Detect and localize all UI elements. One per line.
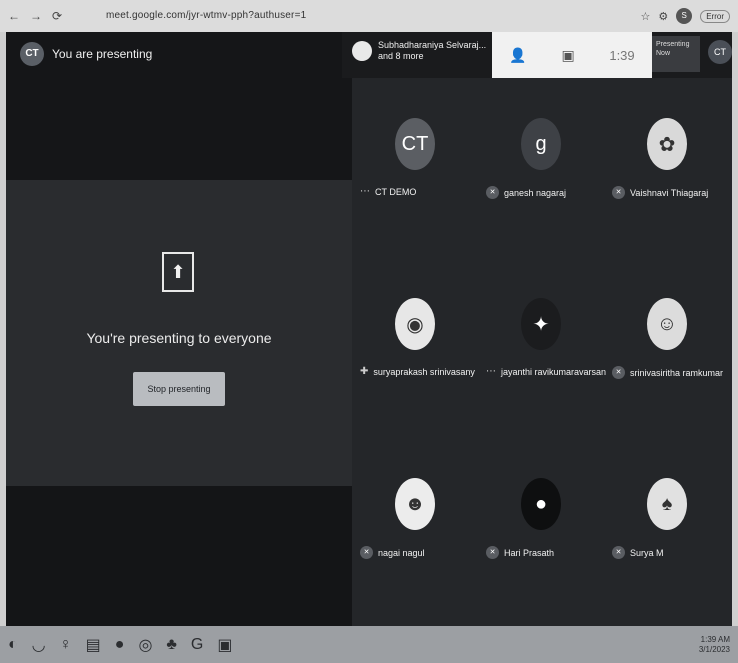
participant-name-row: ✕ Surya M — [612, 546, 664, 559]
audio-level-icon: ⋯ — [360, 186, 370, 197]
participant-avatar: CT — [395, 118, 435, 170]
present-now-thumbnail[interactable]: Presenting Now — [652, 36, 700, 72]
mic-off-icon: ✕ — [612, 546, 625, 559]
participant-avatar: ✦ — [521, 298, 561, 350]
error-pill[interactable]: Error — [700, 9, 730, 23]
present-screen-icon: ⬆ — [162, 252, 194, 292]
mic-off-icon: ✕ — [486, 186, 499, 199]
participant-tile[interactable]: ✿ ✕ Vaishnavi Thiagaraj — [604, 78, 730, 258]
presenter-avatar: CT — [20, 42, 44, 66]
pin-icon: ✚ — [360, 366, 369, 377]
participant-name-row: ✕ Vaishnavi Thiagaraj — [612, 186, 708, 199]
participant-tile[interactable]: ✦ ⋯ jayanthi ravikumaravarsan — [478, 258, 606, 438]
back-icon[interactable]: ← — [8, 9, 20, 23]
taskbar-app-icon[interactable]: G — [191, 636, 203, 654]
participant-name: nagai nagul — [378, 547, 425, 558]
taskbar-app-icon[interactable]: ◎ — [138, 635, 152, 655]
taskbar-app-icon[interactable]: ♀ — [60, 636, 72, 654]
participant-name-row: ✚ suryaprakash srinivasany — [360, 366, 475, 377]
participant-tile[interactable]: ☻ ✕ nagai nagul — [352, 438, 478, 618]
presenting-card: ⬆ You're presenting to everyone Stop pre… — [6, 180, 352, 486]
star-icon[interactable]: ☆ — [640, 10, 650, 23]
participant-name: srinivasiritha ramkumar — [630, 367, 724, 378]
taskbar: ◐ ◡ ♀ ▤ ● ◎ ♣ G ▣ 1:39 AM 3/1/2023 — [0, 626, 738, 663]
presenter-thumb-avatar — [352, 41, 372, 61]
participant-name: Hari Prasath — [504, 547, 555, 558]
forward-icon[interactable]: → — [30, 9, 42, 23]
participant-name: suryaprakash srinivasany — [373, 366, 475, 377]
audio-level-icon: ⋯ — [486, 366, 496, 377]
taskbar-app-icon[interactable]: ◐ — [8, 636, 18, 654]
participants-grid: CT ⋯ CT DEMO g ✕ ganesh nagaraj ✿ ✕ Vaishnavi Th… — [352, 78, 732, 626]
presenting-message: You're presenting to everyone — [86, 330, 272, 346]
participant-tile[interactable]: ● ✕ Hari Prasath — [478, 438, 604, 618]
browser-actions: ☆ ⚙ S Error — [640, 8, 730, 24]
presentation-pane: CT You are presenting ⬆ You're presentin… — [6, 32, 352, 626]
taskbar-app-icon[interactable]: ▤ — [86, 635, 101, 655]
stop-presenting-button[interactable]: Stop presenting — [133, 372, 225, 406]
mic-off-icon: ✕ — [612, 366, 625, 379]
extension-icon[interactable]: ⚙ — [658, 10, 668, 23]
participant-name: jayanthi ravikumaravarsan — [501, 366, 607, 377]
presenting-label: You are presenting — [52, 47, 153, 61]
meeting-time: 1:39 — [609, 47, 635, 63]
participant-name-row: ⋯ CT DEMO — [360, 186, 416, 197]
taskbar-app-icon[interactable]: ◡ — [32, 635, 46, 655]
presenting-header: CT You are presenting — [6, 32, 352, 180]
people-icon[interactable]: 👤 — [509, 47, 526, 64]
browser-bar: ← → ⟳ meet.google.com/jyr-wtmv-pph?authu… — [0, 0, 738, 32]
participant-name-row: ✕ nagai nagul — [360, 546, 425, 559]
participant-avatar: ☺ — [647, 298, 687, 350]
presenter-chip[interactable]: Subhadharaniya Selvaraj... and 8 more — [352, 40, 486, 62]
meet-window: CT You are presenting ⬆ You're presentin… — [6, 32, 732, 626]
participant-name: ganesh nagaraj — [504, 187, 567, 198]
presenter-chip-text: Subhadharaniya Selvaraj... and 8 more — [378, 40, 487, 61]
address-bar[interactable]: meet.google.com/jyr-wtmv-pph?authuser=1 — [98, 6, 640, 26]
participant-avatar: ✿ — [647, 118, 687, 170]
reload-icon[interactable]: ⟳ — [52, 9, 62, 23]
user-avatar[interactable]: CT — [708, 40, 732, 64]
participant-avatar: ♠ — [647, 478, 687, 530]
participant-tile[interactable]: ◉ ✚ suryaprakash srinivasany — [352, 258, 478, 438]
taskbar-app-icon[interactable]: ♣ — [166, 636, 177, 654]
mic-off-icon: ✕ — [360, 546, 373, 559]
participant-name-row: ✕ Hari Prasath — [486, 546, 554, 559]
taskbar-app-icon[interactable]: ● — [115, 636, 125, 654]
participant-name-row: ⋯ jayanthi ravikumaravarsan — [486, 366, 606, 377]
chat-icon[interactable]: ▣ — [561, 47, 574, 64]
participant-tile[interactable]: ♠ ✕ Surya M — [604, 438, 730, 618]
participant-name: Surya M — [630, 547, 664, 558]
participant-avatar: ● — [521, 478, 561, 530]
participant-avatar: ◉ — [395, 298, 435, 350]
you-presenting-banner: CT You are presenting — [20, 42, 152, 66]
profile-avatar[interactable]: S — [676, 8, 693, 24]
participant-name-row: ✕ ganesh nagaraj — [486, 186, 566, 199]
participant-avatar: ☻ — [395, 478, 435, 530]
participant-name: Vaishnavi Thiagaraj — [630, 187, 709, 198]
participant-avatar: g — [521, 118, 561, 170]
mic-off-icon: ✕ — [612, 186, 625, 199]
participant-tile[interactable]: ☺ ✕ srinivasiritha ramkumar — [604, 258, 730, 438]
participant-name-row: ✕ srinivasiritha ramkumar — [612, 366, 723, 379]
presentation-lower-area — [6, 486, 352, 626]
mic-off-icon: ✕ — [486, 546, 499, 559]
meeting-toolbar: 👤 ▣ 1:39 — [492, 32, 652, 78]
participant-tile[interactable]: g ✕ ganesh nagaraj — [478, 78, 604, 258]
browser-nav: ← → ⟳ — [8, 9, 98, 23]
taskbar-app-icon[interactable]: ▣ — [217, 635, 232, 655]
system-tray-clock[interactable]: 1:39 AM 3/1/2023 — [699, 635, 730, 655]
participant-tile[interactable]: CT ⋯ CT DEMO — [352, 78, 478, 258]
participant-name: CT DEMO — [375, 186, 417, 197]
